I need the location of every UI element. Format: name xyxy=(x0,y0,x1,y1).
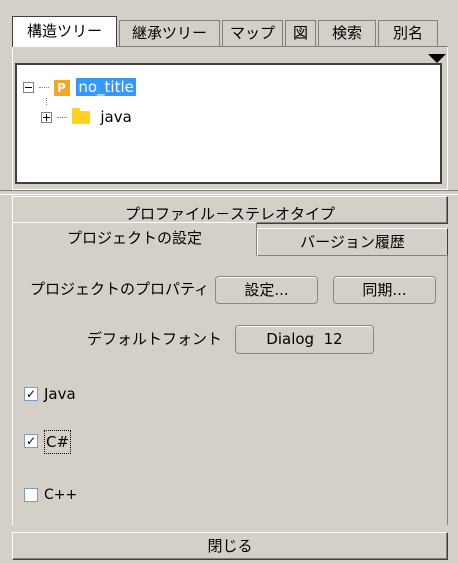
cpp-checkbox[interactable] xyxy=(24,488,38,502)
profile-stereotype-button[interactable]: プロファイル－ステレオタイプ xyxy=(12,196,448,224)
tab-version-history[interactable]: バージョン履歴 xyxy=(257,228,448,256)
tab-inheritance-tree[interactable]: 継承ツリー xyxy=(119,20,220,46)
tab-project-settings[interactable]: プロジェクトの設定 xyxy=(12,222,257,256)
cpp-label[interactable]: C++ xyxy=(44,484,77,506)
default-font-button[interactable]: Dialog 12 xyxy=(235,325,374,354)
folder-icon xyxy=(71,108,90,124)
project-properties-label: プロジェクトのプロパティ xyxy=(30,280,210,298)
java-label[interactable]: Java xyxy=(44,383,76,405)
dropdown-arrow-icon[interactable] xyxy=(428,54,446,63)
collapse-icon[interactable] xyxy=(23,82,34,93)
csharp-label[interactable]: C# xyxy=(44,430,72,454)
tab-map[interactable]: マップ xyxy=(222,20,283,46)
tree-connector xyxy=(56,116,67,119)
project-icon: P xyxy=(53,79,70,96)
settings-button[interactable]: 設定... xyxy=(215,276,318,304)
tree-row-root[interactable]: P no_title xyxy=(23,76,136,98)
structure-tree-panel: P no_title java xyxy=(15,63,442,184)
tree-java-label[interactable]: java xyxy=(100,108,131,126)
splitter[interactable] xyxy=(0,190,458,195)
close-button[interactable]: 閉じる xyxy=(12,532,448,560)
csharp-checkbox[interactable]: ✓ xyxy=(24,434,38,448)
tab-diagram[interactable]: 図 xyxy=(285,20,316,46)
tree-connector xyxy=(46,98,47,105)
tab-structure-tree[interactable]: 構造ツリー xyxy=(12,16,117,47)
java-checkbox[interactable]: ✓ xyxy=(24,387,38,401)
sync-button[interactable]: 同期... xyxy=(333,276,436,304)
expand-icon[interactable] xyxy=(41,112,52,123)
tree-root-label[interactable]: no_title xyxy=(76,78,136,96)
tree-connector xyxy=(38,86,49,89)
tab-search[interactable]: 検索 xyxy=(318,20,376,46)
tab-alias[interactable]: 別名 xyxy=(378,20,438,46)
tree-row-java[interactable]: java xyxy=(41,106,132,128)
default-font-label: デフォルトフォント xyxy=(87,330,223,348)
